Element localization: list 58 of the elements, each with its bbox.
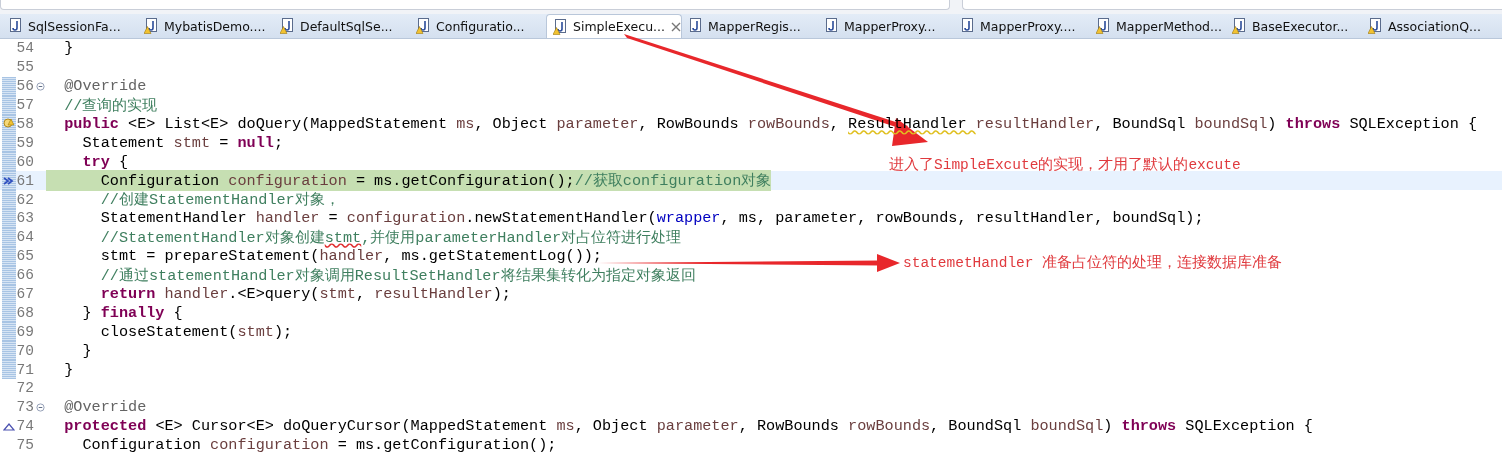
line-number: 75 xyxy=(16,437,34,454)
line-number: 55 xyxy=(16,59,34,76)
line-number: 64 xyxy=(16,229,34,246)
editor-tab[interactable]: MapperRegis... xyxy=(682,14,818,38)
line-number: 61 xyxy=(16,172,34,189)
line-number: 60 xyxy=(16,153,34,170)
line-number: 73 xyxy=(16,399,34,416)
line-number: 70 xyxy=(16,342,34,359)
code-line: } xyxy=(81,341,92,360)
line-number: 66 xyxy=(16,267,34,284)
annotation-note: statemetHandler 准备占位符的处理，连接数据库准备 xyxy=(903,253,1283,272)
code-line: //创建StatementHandler对象， xyxy=(99,190,340,211)
line-number: 74 xyxy=(16,418,34,435)
editor-tab[interactable]: DefaultSqlSe... xyxy=(274,14,410,38)
editor-tab[interactable]: AssociationQ... xyxy=(1362,14,1498,38)
editor-tab[interactable]: BaseExecutor... xyxy=(1226,14,1362,38)
line-number: 54 xyxy=(16,40,34,57)
code-line: @Override xyxy=(63,77,147,96)
code-line: Statement stmt = null; xyxy=(81,133,283,152)
line-number: 65 xyxy=(16,248,34,265)
line-number: 63 xyxy=(16,210,34,227)
code-line: } finally { xyxy=(81,303,183,322)
line-number: 62 xyxy=(16,191,34,208)
code-line: } xyxy=(63,360,74,379)
annotation-note: 进入了SimpleExcute的实现，才用了默认的excute xyxy=(889,155,1241,174)
code-line: } xyxy=(63,39,74,58)
code-line: return handler.<E>query(stmt, resultHandler); xyxy=(99,285,511,303)
line-number: 71 xyxy=(16,361,34,378)
editor-tab[interactable]: MapperProxy.... xyxy=(954,14,1090,38)
code-line: closeStatement(stmt); xyxy=(99,322,293,341)
line-number: 56 xyxy=(16,78,34,95)
close-icon[interactable] xyxy=(671,21,681,32)
code-line: //StatementHandler对象创建stmt,并使用parameterHandler对占位符进行处理 xyxy=(99,227,682,248)
editor-tab[interactable]: MapperProxy... xyxy=(818,14,954,38)
code-line: //查询的实现 xyxy=(63,95,158,116)
editor-tab[interactable]: MybatisDemo.... xyxy=(138,14,274,38)
line-number: 72 xyxy=(16,380,34,397)
code-line: stmt = prepareStatement(handler, ms.getStatementLog()); xyxy=(99,247,602,266)
warning-icon xyxy=(3,118,15,130)
editor-tab[interactable]: Configuratio... xyxy=(410,14,546,38)
collapse-icon[interactable] xyxy=(35,402,45,412)
code-line: //通过statementHandler对象调用ResultSetHandler将结果集转化为指定对象返回 xyxy=(99,265,696,286)
editor-tab[interactable]: MapperMethod... xyxy=(1090,14,1226,38)
editor-tab[interactable]: SimpleExecu... xyxy=(546,14,682,38)
line-number: 68 xyxy=(16,304,34,321)
code-line: @Override xyxy=(63,398,147,417)
collapse-icon[interactable] xyxy=(35,81,45,91)
code-line: try { xyxy=(81,152,129,171)
line-number: 57 xyxy=(16,97,34,114)
code-line: Configuration configuration = ms.getConfiguration(); xyxy=(81,436,557,455)
code-line: protected <E> Cursor<E> doQueryCursor(MappedStatement ms, Object parameter, RowBounds rowBounds, BoundSql boundSql) throws SQLException { xyxy=(63,417,1313,436)
editor-tab[interactable]: SqlSessionFa... xyxy=(2,14,138,38)
line-number: 58 xyxy=(16,116,34,132)
line-number: 69 xyxy=(16,323,34,340)
code-line: StatementHandler handler = configuration.newStatementHandler(wrapper, ms, parameter, rowBounds, resultHandler, boundSql); xyxy=(99,209,1204,228)
line-number: 67 xyxy=(16,286,34,302)
line-number: 59 xyxy=(16,134,34,151)
instruction-pointer-icon xyxy=(3,174,15,187)
